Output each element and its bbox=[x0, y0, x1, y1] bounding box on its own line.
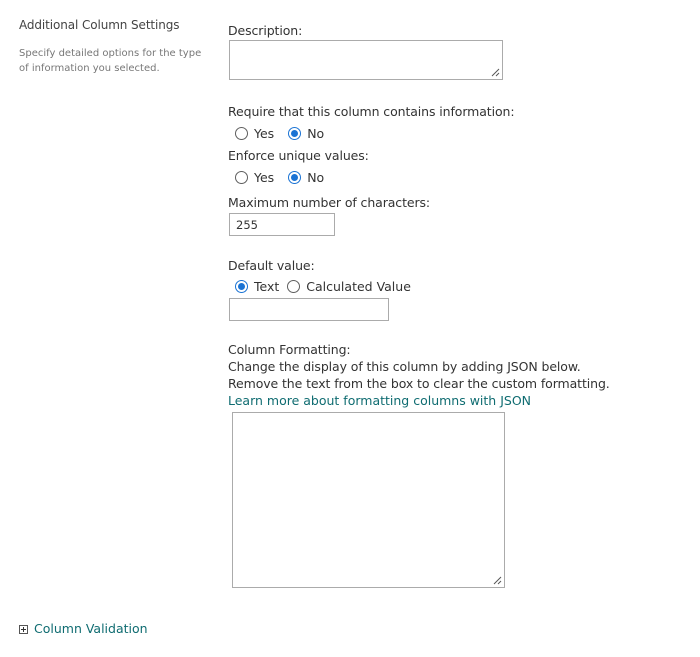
unique-no-radio[interactable] bbox=[288, 170, 302, 184]
formatting-help-line2: Remove the text from the box to clear th… bbox=[228, 376, 610, 391]
require-radio-group: Yes No bbox=[235, 124, 338, 142]
formatting-json-textarea[interactable] bbox=[232, 412, 505, 588]
require-no-label[interactable]: No bbox=[307, 126, 324, 141]
description-label: Description: bbox=[228, 23, 303, 38]
require-no-radio[interactable] bbox=[288, 126, 302, 140]
unique-radio-group: Yes No bbox=[235, 168, 338, 186]
default-text-radio[interactable] bbox=[235, 279, 248, 293]
formatting-learn-more-link[interactable]: Learn more about formatting columns with… bbox=[228, 393, 531, 408]
unique-yes-label[interactable]: Yes bbox=[254, 170, 274, 185]
section-description: Specify detailed options for the type of… bbox=[19, 48, 202, 74]
require-yes-radio[interactable] bbox=[235, 126, 248, 140]
maxchars-input[interactable]: 255 bbox=[229, 213, 335, 236]
unique-label: Enforce unique values: bbox=[228, 148, 369, 163]
maxchars-label: Maximum number of characters: bbox=[228, 195, 431, 210]
require-yes-label[interactable]: Yes bbox=[254, 126, 274, 141]
maxchars-value: 255 bbox=[236, 218, 258, 232]
formatting-label: Column Formatting: bbox=[228, 342, 351, 357]
default-radio-group: Text Calculated Value bbox=[235, 277, 425, 295]
resize-grip-icon[interactable] bbox=[493, 576, 502, 585]
plus-box-icon[interactable] bbox=[19, 625, 28, 634]
unique-yes-radio[interactable] bbox=[235, 170, 248, 184]
formatting-help-line1: Change the display of this column by add… bbox=[228, 359, 581, 374]
default-value-text bbox=[230, 303, 242, 317]
column-validation-link[interactable]: Column Validation bbox=[34, 621, 148, 636]
section-title: Additional Column Settings bbox=[19, 18, 180, 32]
unique-no-label[interactable]: No bbox=[307, 170, 324, 185]
require-label: Require that this column contains inform… bbox=[228, 104, 515, 119]
default-text-label[interactable]: Text bbox=[254, 279, 279, 294]
description-textarea[interactable] bbox=[229, 40, 503, 80]
default-calculated-radio[interactable] bbox=[287, 279, 301, 293]
default-label: Default value: bbox=[228, 258, 315, 273]
resize-grip-icon[interactable] bbox=[491, 68, 500, 77]
default-calculated-label[interactable]: Calculated Value bbox=[306, 279, 411, 294]
default-value-input[interactable] bbox=[229, 298, 389, 321]
